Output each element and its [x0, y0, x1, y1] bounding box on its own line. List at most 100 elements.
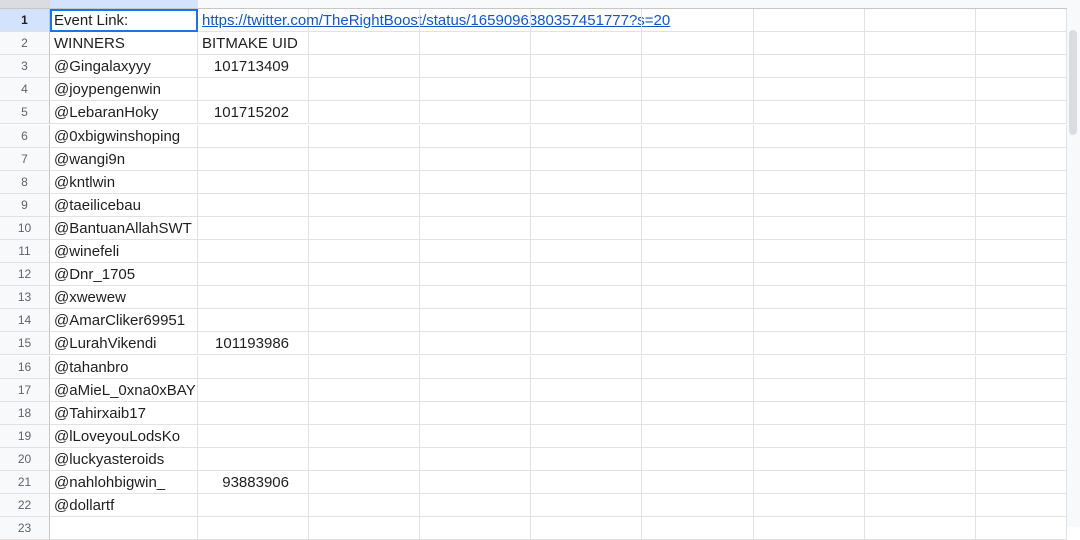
empty-cell[interactable]	[420, 240, 531, 263]
empty-cell[interactable]	[976, 447, 1067, 471]
cell-column-b[interactable]	[198, 355, 309, 379]
empty-cell[interactable]	[531, 309, 642, 333]
empty-cell[interactable]	[754, 471, 865, 494]
cell-column-b[interactable]	[198, 263, 309, 287]
cell-column-a[interactable]: @tahanbro	[50, 355, 198, 379]
empty-cell[interactable]	[754, 355, 865, 379]
empty-cell[interactable]	[531, 424, 642, 448]
row-number[interactable]: 11	[0, 240, 50, 263]
empty-cell[interactable]	[865, 401, 976, 425]
empty-cell[interactable]	[531, 286, 642, 310]
empty-cell[interactable]	[309, 193, 420, 217]
empty-cell[interactable]	[309, 240, 420, 263]
empty-cell[interactable]	[531, 147, 642, 171]
cell-column-a[interactable]: @nahlohbigwin_	[50, 471, 198, 494]
empty-cell[interactable]	[976, 147, 1067, 171]
empty-cell[interactable]	[865, 124, 976, 148]
empty-cell[interactable]	[309, 332, 420, 356]
empty-cell[interactable]	[865, 286, 976, 310]
empty-cell[interactable]	[420, 494, 531, 518]
row-number[interactable]: 10	[0, 216, 50, 240]
empty-cell[interactable]	[420, 286, 531, 310]
column-a-header[interactable]	[50, 0, 198, 8]
empty-cell[interactable]	[754, 124, 865, 148]
empty-cell[interactable]	[976, 78, 1067, 102]
empty-cell[interactable]	[420, 32, 531, 56]
empty-cell[interactable]	[531, 447, 642, 471]
row-number[interactable]: 1	[0, 9, 50, 32]
cell-column-a[interactable]: @wangi9n	[50, 147, 198, 171]
empty-cell[interactable]	[976, 240, 1067, 263]
row-number[interactable]: 14	[0, 309, 50, 333]
empty-cell[interactable]	[754, 286, 865, 310]
empty-cell[interactable]	[531, 78, 642, 102]
empty-cell[interactable]	[754, 240, 865, 263]
empty-cell[interactable]	[865, 240, 976, 263]
row-number[interactable]: 21	[0, 471, 50, 494]
empty-cell[interactable]	[976, 9, 1067, 32]
empty-cell[interactable]	[420, 517, 531, 540]
empty-cell[interactable]	[642, 9, 754, 32]
empty-cell[interactable]	[309, 401, 420, 425]
empty-cell[interactable]	[754, 101, 865, 125]
cell-column-a[interactable]: @xwewew	[50, 286, 198, 310]
empty-cell[interactable]	[642, 240, 754, 263]
empty-cell[interactable]	[976, 286, 1067, 310]
empty-cell[interactable]	[420, 78, 531, 102]
cell-column-a[interactable]: @luckyasteroids	[50, 447, 198, 471]
cell-a1-selected[interactable]: Event Link:	[50, 9, 198, 32]
empty-cell[interactable]	[309, 170, 420, 194]
empty-cell[interactable]	[309, 355, 420, 379]
empty-cell[interactable]	[865, 517, 976, 540]
empty-cell[interactable]	[976, 55, 1067, 79]
empty-cell[interactable]	[531, 32, 642, 56]
empty-cell[interactable]	[531, 55, 642, 79]
empty-cell[interactable]	[309, 378, 420, 402]
cell-column-a[interactable]: @kntlwin	[50, 170, 198, 194]
empty-cell[interactable]	[976, 517, 1067, 540]
row-number[interactable]: 22	[0, 494, 50, 518]
empty-cell[interactable]	[865, 309, 976, 333]
empty-cell[interactable]	[309, 517, 420, 540]
cell-column-a[interactable]: @LurahVikendi	[50, 332, 198, 356]
cell-column-b[interactable]	[198, 309, 309, 333]
row-number[interactable]: 16	[0, 355, 50, 379]
empty-cell[interactable]	[420, 355, 531, 379]
empty-cell[interactable]	[642, 216, 754, 240]
cell-column-a[interactable]: @0xbigwinshoping	[50, 124, 198, 148]
row-number[interactable]: 9	[0, 193, 50, 217]
empty-cell[interactable]	[531, 378, 642, 402]
cell-column-b[interactable]: 101193986	[198, 332, 309, 356]
empty-cell[interactable]	[642, 263, 754, 287]
empty-cell[interactable]	[642, 147, 754, 171]
empty-cell[interactable]	[642, 494, 754, 518]
empty-cell[interactable]	[309, 447, 420, 471]
empty-cell[interactable]	[420, 447, 531, 471]
row-number[interactable]: 12	[0, 263, 50, 287]
cell-column-b[interactable]	[198, 424, 309, 448]
cell-column-a[interactable]: @Gingalaxyyy	[50, 55, 198, 79]
cell-column-b[interactable]	[198, 193, 309, 217]
empty-cell[interactable]	[976, 332, 1067, 356]
empty-cell[interactable]	[865, 170, 976, 194]
row-number[interactable]: 23	[0, 517, 50, 540]
empty-cell[interactable]	[642, 355, 754, 379]
empty-cell[interactable]	[309, 124, 420, 148]
empty-cell[interactable]	[309, 9, 420, 32]
empty-cell[interactable]	[976, 309, 1067, 333]
empty-cell[interactable]	[865, 101, 976, 125]
empty-cell[interactable]	[754, 216, 865, 240]
empty-cell[interactable]	[865, 32, 976, 56]
cell-column-b[interactable]: 101713409	[198, 55, 309, 79]
empty-cell[interactable]	[420, 55, 531, 79]
empty-cell[interactable]	[420, 332, 531, 356]
cell-column-a[interactable]: @AmarCliker69951	[50, 309, 198, 333]
empty-cell[interactable]	[976, 216, 1067, 240]
empty-cell[interactable]	[754, 170, 865, 194]
empty-cell[interactable]	[531, 101, 642, 125]
row-number[interactable]: 2	[0, 32, 50, 56]
cell-column-b[interactable]: 93883906	[198, 471, 309, 494]
cell-column-a[interactable]: @Tahirxaib17	[50, 401, 198, 425]
empty-cell[interactable]	[420, 193, 531, 217]
empty-cell[interactable]	[642, 32, 754, 56]
